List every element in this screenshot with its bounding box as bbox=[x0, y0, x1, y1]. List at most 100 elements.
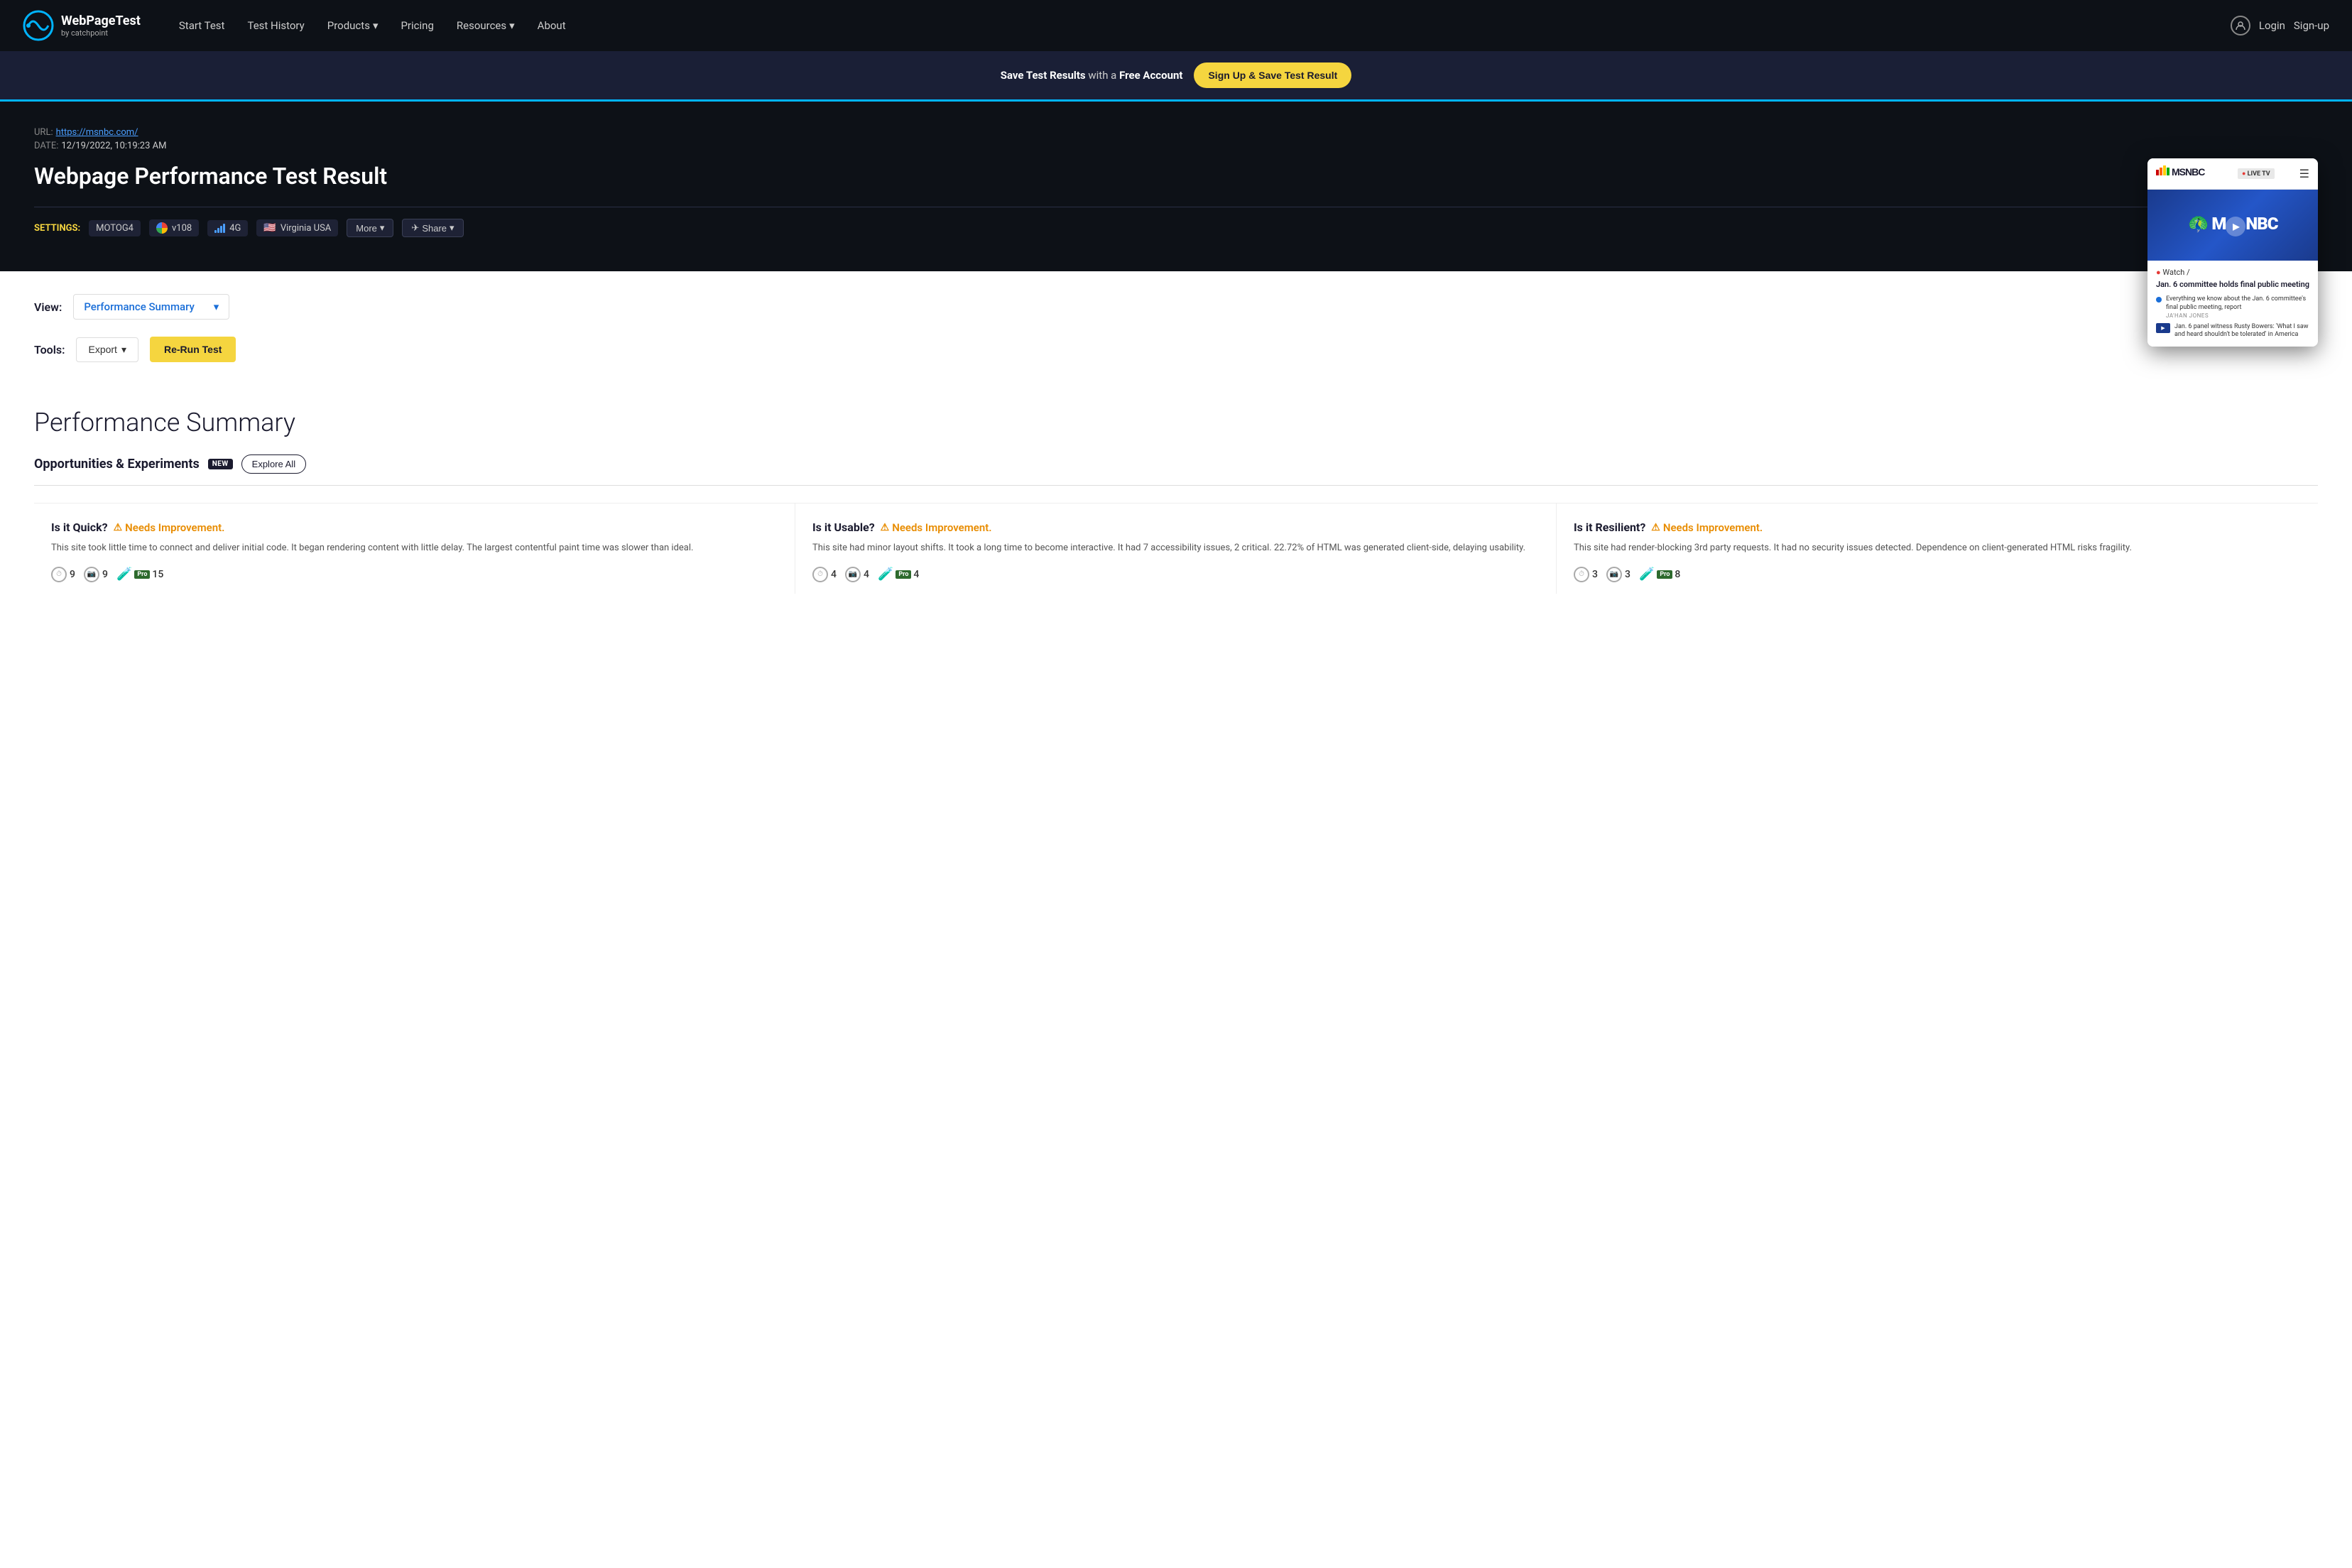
flask-icon: 🧪 bbox=[878, 567, 893, 582]
metric-item-pro: 🧪 Pro 15 bbox=[116, 567, 163, 582]
rerun-button[interactable]: Re-Run Test bbox=[150, 337, 236, 362]
pro-badge: Pro bbox=[895, 570, 911, 579]
nav-pricing[interactable]: Pricing bbox=[391, 13, 443, 38]
warning-icon: ⚠ bbox=[114, 522, 123, 533]
article-author: JA'HAN JONES bbox=[2166, 312, 2309, 319]
url-label: URL: bbox=[34, 127, 53, 138]
banner-text: Save Test Results with a Free Account bbox=[1001, 69, 1183, 82]
card-resilient-metrics: ⏱ 3 📷 3 🧪 Pro 8 bbox=[1574, 567, 2301, 582]
msnbc-logo: MSNBC bbox=[2156, 164, 2213, 183]
preview-video-item: ▶ Jan. 6 panel witness Rusty Bowers: 'Wh… bbox=[2156, 323, 2309, 339]
menu-icon[interactable]: ☰ bbox=[2299, 167, 2309, 180]
flask-icon: 🧪 bbox=[116, 567, 132, 582]
chevron-down-icon: ▾ bbox=[214, 300, 219, 313]
card-usable-status: ⚠ Needs Improvement. bbox=[881, 521, 992, 534]
nav-actions: Login Sign-up bbox=[2231, 16, 2329, 36]
preview-article-1: Everything we know about the Jan. 6 comm… bbox=[2156, 295, 2309, 318]
url-row: URL: https://msnbc.com/ bbox=[34, 124, 2318, 138]
nav-resources[interactable]: Resources ▾ bbox=[447, 13, 525, 38]
chevron-down-icon: ▾ bbox=[380, 222, 385, 234]
connection-type: 4G bbox=[229, 223, 241, 234]
card-resilient-status: ⚠ Needs Improvement. bbox=[1651, 521, 1763, 534]
preview-breaking: ● Watch / bbox=[2156, 268, 2309, 277]
cards-grid: Is it Quick? ⚠ Needs Improvement. This s… bbox=[34, 503, 2318, 594]
performance-summary-section: Performance Summary Opportunities & Expe… bbox=[0, 408, 2352, 628]
card-usable: Is it Usable? ⚠ Needs Improvement. This … bbox=[795, 503, 1557, 594]
card-resilient-desc: This site had render-blocking 3rd party … bbox=[1574, 541, 2301, 555]
tools-row: Tools: Export ▾ Re-Run Test bbox=[34, 337, 2318, 362]
signup-save-button[interactable]: Sign Up & Save Test Result bbox=[1194, 62, 1351, 88]
brand-name: WebPageTest bbox=[61, 13, 141, 28]
camera-icon: 📷 bbox=[84, 567, 99, 582]
card-usable-desc: This site had minor layout shifts. It to… bbox=[812, 541, 1539, 555]
nav-about[interactable]: About bbox=[528, 13, 576, 38]
user-icon[interactable] bbox=[2231, 16, 2250, 36]
device-name: MOTOG4 bbox=[96, 223, 134, 234]
card-usable-title: Is it Usable? ⚠ Needs Improvement. bbox=[812, 521, 1539, 534]
metric-count: 3 bbox=[1592, 569, 1598, 580]
video-text: Jan. 6 panel witness Rusty Bowers: 'What… bbox=[2174, 323, 2309, 339]
metric-count: 15 bbox=[152, 569, 163, 580]
metric-item: ⏱ 3 bbox=[1574, 567, 1598, 582]
flag-icon: 🇺🇸 bbox=[263, 222, 276, 234]
metric-item: ⏱ 9 bbox=[51, 567, 75, 582]
top-banner: Save Test Results with a Free Account Si… bbox=[0, 51, 2352, 102]
new-badge: NEW bbox=[208, 459, 233, 469]
share-icon: ✈ bbox=[411, 222, 419, 234]
explore-all-button[interactable]: Explore All bbox=[241, 454, 306, 474]
more-button[interactable]: More ▾ bbox=[347, 219, 393, 237]
metric-count: 4 bbox=[913, 569, 919, 580]
settings-label: SETTINGS: bbox=[34, 223, 80, 234]
browser-badge: v108 bbox=[149, 219, 199, 236]
url-info: URL: https://msnbc.com/ DATE: 12/19/2022… bbox=[34, 124, 2318, 151]
date-value: 12/19/2022, 10:19:23 AM bbox=[61, 141, 166, 151]
signup-link[interactable]: Sign-up bbox=[2294, 19, 2329, 32]
browser-version: v108 bbox=[172, 223, 192, 234]
banner-bold: Save Test Results bbox=[1001, 69, 1086, 82]
metric-item: ⏱ 4 bbox=[812, 567, 837, 582]
camera-icon: 📷 bbox=[1606, 567, 1622, 582]
device-badge: MOTOG4 bbox=[89, 220, 141, 236]
metric-count: 8 bbox=[1675, 569, 1680, 580]
article-dot-icon bbox=[2156, 297, 2162, 303]
metric-count: 9 bbox=[70, 569, 75, 580]
view-label: View: bbox=[34, 300, 62, 314]
metric-item-pro: 🧪 Pro 4 bbox=[878, 567, 919, 582]
warning-icon: ⚠ bbox=[1651, 522, 1660, 533]
view-row: View: Performance Summary ▾ bbox=[34, 294, 2318, 320]
share-button[interactable]: ✈ Share ▾ bbox=[402, 219, 463, 237]
card-quick-metrics: ⏱ 9 📷 9 🧪 Pro 15 bbox=[51, 567, 778, 582]
chevron-down-icon: ▾ bbox=[450, 222, 454, 234]
nav-start-test[interactable]: Start Test bbox=[169, 13, 235, 38]
date-label: DATE: bbox=[34, 141, 58, 151]
article-text: Everything we know about the Jan. 6 comm… bbox=[2166, 295, 2309, 312]
location-name: Virginia USA bbox=[281, 223, 331, 234]
login-link[interactable]: Login bbox=[2259, 19, 2285, 32]
preview-headline: Jan. 6 committee holds final public meet… bbox=[2156, 280, 2309, 290]
page-title: Webpage Performance Test Result bbox=[34, 163, 2318, 190]
export-button[interactable]: Export ▾ bbox=[76, 337, 138, 362]
metric-count: 9 bbox=[102, 569, 108, 580]
nav-test-history[interactable]: Test History bbox=[237, 13, 314, 38]
pro-badge: Pro bbox=[134, 570, 150, 579]
card-usable-metrics: ⏱ 4 📷 4 🧪 Pro 4 bbox=[812, 567, 1539, 582]
preview-news-section: ● Watch / Jan. 6 committee holds final p… bbox=[2147, 261, 2318, 347]
logo[interactable]: WebPageTest by catchpoint bbox=[23, 10, 141, 41]
timer-icon: ⏱ bbox=[812, 567, 828, 582]
card-quick-title: Is it Quick? ⚠ Needs Improvement. bbox=[51, 521, 778, 534]
metric-item-pro: 🧪 Pro 8 bbox=[1639, 567, 1680, 582]
url-value[interactable]: https://msnbc.com/ bbox=[56, 127, 138, 138]
signal-icon bbox=[214, 223, 225, 233]
card-resilient-title: Is it Resilient? ⚠ Needs Improvement. bbox=[1574, 521, 2301, 534]
preview-hero: 🦚 M▶NBC bbox=[2147, 190, 2318, 261]
opportunities-header: Opportunities & Experiments NEW Explore … bbox=[34, 454, 2318, 474]
connection-badge: 4G bbox=[207, 220, 248, 236]
nav-products[interactable]: Products ▾ bbox=[317, 13, 388, 38]
flask-icon: 🧪 bbox=[1639, 567, 1655, 582]
view-select[interactable]: Performance Summary ▾ bbox=[73, 294, 229, 320]
metric-count: 4 bbox=[831, 569, 837, 580]
metric-item: 📷 3 bbox=[1606, 567, 1630, 582]
chrome-icon bbox=[156, 222, 168, 234]
screenshot-preview: MSNBC ● LIVE TV ☰ 🦚 M▶NBC ● Watch / Jan.… bbox=[2147, 158, 2318, 347]
card-resilient: Is it Resilient? ⚠ Needs Improvement. Th… bbox=[1557, 503, 2318, 594]
